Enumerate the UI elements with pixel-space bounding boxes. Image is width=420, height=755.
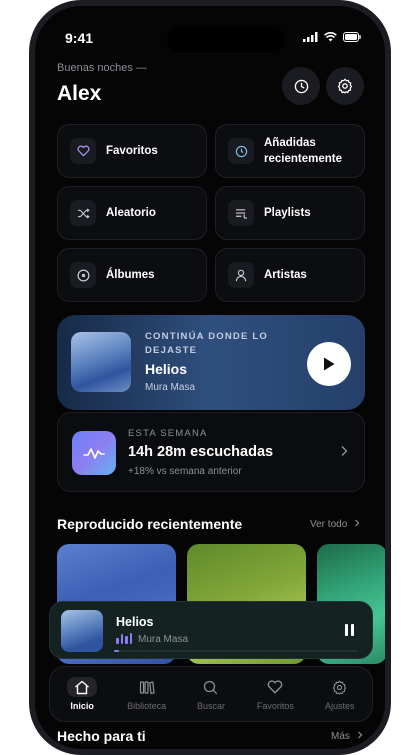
clock-icon: [294, 79, 308, 93]
tile-favoritos[interactable]: Favoritos: [57, 124, 207, 178]
phone-frame: 9:41 Buenas noches — Alex Favoritos Añad…: [29, 0, 391, 755]
progress-bar[interactable]: [114, 650, 358, 652]
tab-bar: Inicio Biblioteca Buscar Favoritos Ajust…: [49, 666, 373, 722]
made-for-you-title: Hecho para ti: [57, 728, 146, 744]
tab-ajustes[interactable]: Ajustes: [310, 677, 370, 711]
wifi-icon: [324, 32, 337, 42]
play-icon: [324, 357, 335, 371]
dynamic-island: [167, 26, 285, 52]
greeting: Buenas noches —: [57, 62, 147, 74]
battery-icon: [343, 32, 361, 42]
screen: 9:41 Buenas noches — Alex Favoritos Añad…: [35, 6, 385, 749]
continue-title: Helios: [145, 361, 188, 377]
tile-label: Playlists: [264, 207, 311, 219]
chevron-right-icon: [357, 731, 363, 739]
tab-label: Biblioteca: [127, 701, 167, 711]
tab-favoritos[interactable]: Favoritos: [245, 677, 305, 711]
user-name: Alex: [57, 82, 102, 105]
tile-label: Favoritos: [106, 145, 158, 157]
chevron-right-icon: [341, 446, 348, 456]
tab-label: Buscar: [196, 701, 225, 711]
mini-album-art: [61, 610, 103, 652]
mini-artist: Mura Masa: [138, 634, 189, 645]
tab-label: Ajustes: [324, 701, 355, 711]
mini-title: Helios: [116, 615, 154, 629]
user-icon: [235, 269, 247, 281]
heart-icon: [76, 145, 90, 157]
progress-fill: [114, 650, 119, 652]
signal-icon: [303, 32, 318, 42]
week-delta: +18% vs semana anterior: [128, 466, 242, 477]
tile-label: Añadidas recientemente: [264, 137, 342, 165]
tile-label: Aleatorio: [106, 207, 156, 219]
see-all-link[interactable]: Ver todo: [310, 519, 360, 530]
week-total: 14h 28m escuchadas: [128, 444, 274, 460]
continue-artist: Mura Masa: [145, 382, 196, 393]
tab-label: Inicio: [70, 701, 94, 711]
mini-player[interactable]: Helios Mura Masa: [49, 601, 373, 659]
heart-icon: [268, 680, 283, 694]
tab-buscar[interactable]: Buscar: [181, 677, 241, 711]
weekly-stats-card[interactable]: ESTA SEMANA 14h 28m escuchadas +18% vs s…: [57, 412, 365, 492]
album-art: [71, 332, 131, 392]
play-button[interactable]: [307, 342, 351, 386]
disc-icon: [77, 269, 89, 281]
continue-kicker: CONTINÚA DONDE LO DEJASTE: [145, 331, 268, 356]
quick-access-grid: Favoritos Añadidas recientemente Aleator…: [57, 124, 367, 302]
shuffle-icon: [77, 207, 90, 219]
gear-icon: [333, 680, 347, 695]
continue-listening-card[interactable]: CONTINÚA DONDE LO DEJASTE Helios Mura Ma…: [57, 315, 365, 410]
home-icon: [75, 680, 90, 694]
clock-icon: [235, 145, 247, 157]
tile-artists[interactable]: Artistas: [215, 248, 365, 302]
gear-icon: [337, 78, 353, 94]
waveform-icon: [83, 448, 105, 459]
week-kicker: ESTA SEMANA: [128, 428, 208, 439]
tile-label: Artistas: [264, 269, 307, 281]
tile-playlists[interactable]: Playlists: [215, 186, 365, 240]
tab-label: Favoritos: [256, 701, 294, 711]
equalizer-icon: [116, 633, 132, 644]
history-button[interactable]: [282, 67, 320, 105]
pause-button[interactable]: [345, 624, 354, 636]
tile-recent[interactable]: Añadidas recientemente: [215, 124, 365, 178]
status-time: 9:41: [65, 30, 94, 46]
playlist-icon: [235, 208, 247, 219]
tab-biblioteca[interactable]: Biblioteca: [117, 677, 177, 711]
settings-button[interactable]: [326, 67, 364, 105]
library-icon: [139, 680, 155, 694]
recent-section-title: Reproducido recientemente: [57, 516, 243, 532]
search-icon: [204, 680, 218, 694]
tab-inicio[interactable]: Inicio: [52, 677, 112, 711]
tile-label: Álbumes: [106, 269, 155, 281]
more-link[interactable]: Más: [331, 731, 363, 742]
tile-shuffle[interactable]: Aleatorio: [57, 186, 207, 240]
tile-albums[interactable]: Álbumes: [57, 248, 207, 302]
chevron-right-icon: [355, 519, 360, 527]
